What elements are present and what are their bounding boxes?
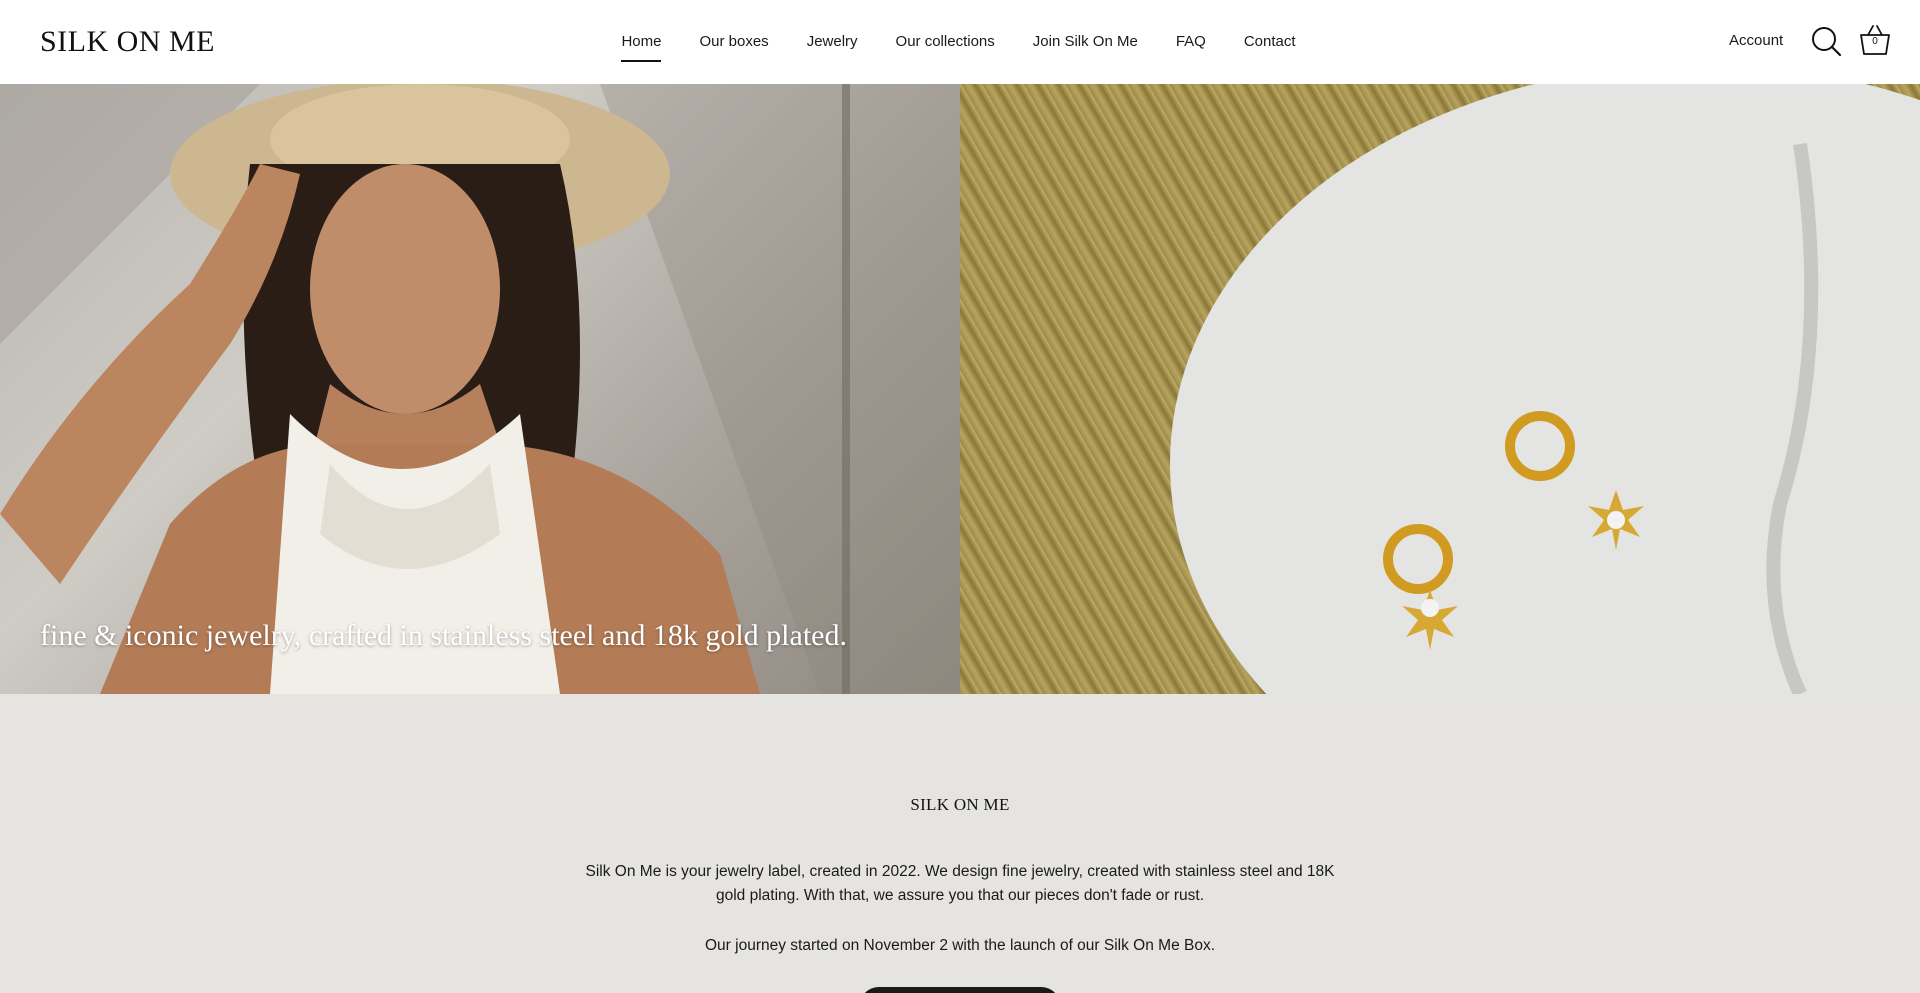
hero-caption: fine & iconic jewelry, crafted in stainl… [40, 619, 847, 652]
about-paragraph: Silk On Me is your jewelry label, create… [585, 863, 1335, 904]
cart-count: 0 [1872, 36, 1878, 47]
hero-banner: fine & iconic jewelry, crafted in stainl… [0, 84, 1920, 694]
main-nav-list: Home Our boxes Jewelry Our collections J… [602, 32, 1315, 62]
about-section: SILK ON ME Silk On Me is your jewelry la… [0, 694, 1920, 993]
search-icon [1812, 27, 1842, 57]
cart-button[interactable]: 0 [1858, 23, 1892, 57]
site-logo[interactable]: SILK ON ME [40, 25, 215, 59]
nav-item-contact[interactable]: Contact [1225, 32, 1315, 52]
account-link[interactable]: Account [1729, 32, 1783, 49]
nav-item-join[interactable]: Join Silk On Me [1014, 32, 1157, 52]
nav-item-home[interactable]: Home [602, 32, 680, 62]
earrings-illustration [1170, 84, 1920, 694]
nav-item-jewelry[interactable]: Jewelry [788, 32, 877, 52]
hero-image-earrings [960, 84, 1920, 694]
search-button[interactable] [1810, 25, 1842, 57]
about-cta-button[interactable] [859, 987, 1061, 993]
nav-item-our-boxes[interactable]: Our boxes [680, 32, 787, 52]
main-nav: Home Our boxes Jewelry Our collections J… [0, 0, 1920, 84]
nav-item-our-collections[interactable]: Our collections [877, 32, 1014, 52]
hero-image-model: fine & iconic jewelry, crafted in stainl… [0, 84, 960, 694]
site-header: SILK ON ME Home Our boxes Jewelry Our co… [0, 0, 1920, 84]
model-illustration [0, 84, 960, 694]
about-logo: SILK ON ME [910, 795, 1010, 814]
about-journey-text: Our journey started on November 2 with t… [704, 937, 1216, 954]
nav-item-faq[interactable]: FAQ [1157, 32, 1225, 52]
